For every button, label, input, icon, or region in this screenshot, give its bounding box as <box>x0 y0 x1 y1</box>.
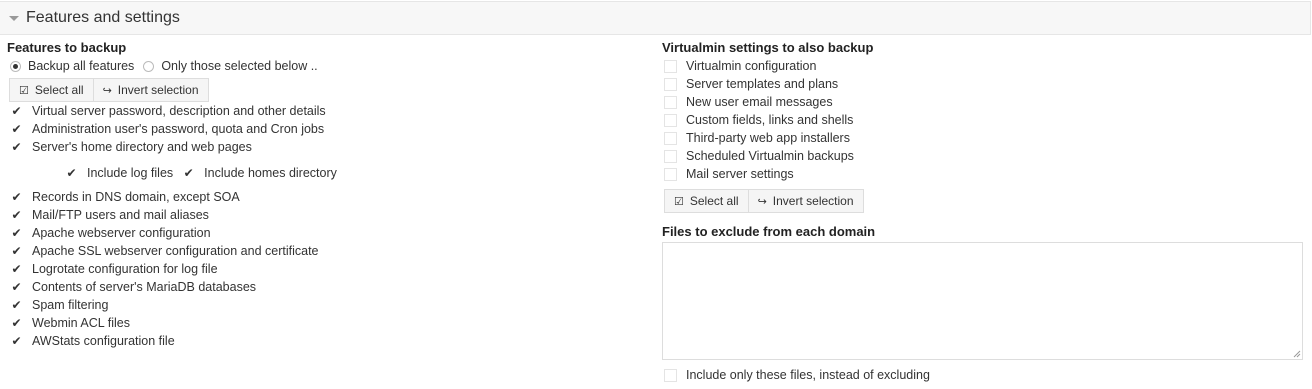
invert-selection-label: Invert selection <box>117 83 199 97</box>
feature-item[interactable]: ✔ Logrotate configuration for log file <box>10 260 218 278</box>
include-log-checkbox[interactable]: ✔ <box>65 166 78 180</box>
feature-label: Administration user's password, quota an… <box>32 122 325 136</box>
checkbox-checked-icon[interactable]: ✔ <box>10 226 23 240</box>
features-invert-selection-button[interactable]: ↪ Invert selection <box>92 79 208 101</box>
share-icon: ↪ <box>757 195 767 208</box>
only-selected-radio[interactable] <box>143 60 155 72</box>
include-homes-checkbox[interactable]: ✔ <box>182 166 195 180</box>
checkbox-unchecked-icon[interactable] <box>664 149 677 163</box>
share-icon: ↪ <box>102 84 112 97</box>
select-all-label: Select all <box>34 83 84 97</box>
feature-label: Server's home directory and web pages <box>32 140 252 154</box>
checkbox-checked-icon[interactable]: ✔ <box>10 298 23 312</box>
setting-label: Scheduled Virtualmin backups <box>686 149 854 163</box>
setting-item[interactable]: Virtualmin configuration <box>664 57 816 75</box>
features-select-all-button[interactable]: ☑ Select all <box>10 79 93 101</box>
feature-item[interactable]: ✔ Records in DNS domain, except SOA <box>10 188 240 206</box>
feature-item[interactable]: ✔ AWStats configuration file <box>10 332 175 350</box>
setting-label: New user email messages <box>686 95 833 109</box>
checkbox-checked-icon[interactable]: ✔ <box>10 244 23 258</box>
setting-label: Server templates and plans <box>686 77 839 91</box>
feature-label: Apache SSL webserver configuration and c… <box>32 244 319 258</box>
feature-label: Records in DNS domain, except SOA <box>32 190 240 204</box>
feature-label: Webmin ACL files <box>32 316 130 330</box>
setting-item[interactable]: Custom fields, links and shells <box>664 111 853 129</box>
exclude-files-textarea[interactable] <box>662 242 1303 360</box>
setting-label: Custom fields, links and shells <box>686 113 854 127</box>
checkbox-checked-icon[interactable]: ✔ <box>10 262 23 276</box>
invert-selection-label: Invert selection <box>772 194 854 208</box>
feature-item[interactable]: ✔ Server's home directory and web pages <box>10 138 252 156</box>
checkbox-unchecked-icon[interactable] <box>664 167 677 181</box>
feature-item[interactable]: ✔ Mail/FTP users and mail aliases <box>10 206 209 224</box>
feature-item[interactable]: ✔ Apache SSL webserver configuration and… <box>10 242 319 260</box>
settings-select-all-button[interactable]: ☑ Select all <box>665 190 748 212</box>
include-log-label: Include log files <box>87 166 174 180</box>
feature-item[interactable]: ✔ Contents of server's MariaDB databases <box>10 278 256 296</box>
setting-item[interactable]: Mail server settings <box>664 165 794 183</box>
section-header[interactable]: Features and settings <box>0 1 1311 35</box>
check-square-icon: ☑ <box>19 84 29 97</box>
select-all-label: Select all <box>689 194 739 208</box>
backup-all-label: Backup all features <box>28 59 135 73</box>
setting-item[interactable]: Third-party web app installers <box>664 129 850 147</box>
checkbox-checked-icon[interactable]: ✔ <box>10 334 23 348</box>
feature-label: Contents of server's MariaDB databases <box>32 280 257 294</box>
feature-item[interactable]: ✔ Apache webserver configuration <box>10 224 211 242</box>
home-sub-options: ✔ Include log files ✔ Include homes dire… <box>65 164 337 182</box>
checkbox-unchecked-icon[interactable] <box>664 59 677 73</box>
setting-item[interactable]: New user email messages <box>664 93 833 111</box>
setting-label: Virtualmin configuration <box>686 59 817 73</box>
feature-item[interactable]: ✔ Virtual server password, description a… <box>10 102 326 120</box>
exclude-title: Files to exclude from each domain <box>662 224 876 239</box>
setting-item[interactable]: Server templates and plans <box>664 75 838 93</box>
features-button-group: ☑ Select all ↪ Invert selection <box>9 78 209 102</box>
checkbox-unchecked-icon[interactable] <box>664 131 677 145</box>
include-only-label: Include only these files, instead of exc… <box>686 368 930 382</box>
checkbox-unchecked-icon[interactable] <box>664 77 677 91</box>
checkbox-checked-icon[interactable]: ✔ <box>10 280 23 294</box>
features-title: Features to backup <box>7 40 127 55</box>
resize-grip-icon[interactable] <box>1293 350 1301 358</box>
checkbox-checked-icon[interactable]: ✔ <box>10 316 23 330</box>
setting-item[interactable]: Scheduled Virtualmin backups <box>664 147 854 165</box>
checkbox-checked-icon[interactable]: ✔ <box>10 122 23 136</box>
checkbox-unchecked-icon[interactable] <box>664 113 677 127</box>
include-homes-label: Include homes directory <box>204 166 337 180</box>
feature-label: Spam filtering <box>32 298 109 312</box>
backup-all-radio[interactable] <box>10 60 21 72</box>
checkbox-checked-icon[interactable]: ✔ <box>10 208 23 222</box>
feature-item[interactable]: ✔ Spam filtering <box>10 296 108 314</box>
feature-label: Mail/FTP users and mail aliases <box>32 208 209 222</box>
settings-invert-selection-button[interactable]: ↪ Invert selection <box>747 190 863 212</box>
feature-label: Logrotate configuration for log file <box>32 262 218 276</box>
section-title: Features and settings <box>26 9 180 26</box>
collapse-caret-icon[interactable] <box>9 16 19 21</box>
checkbox-unchecked-icon[interactable] <box>664 368 677 382</box>
feature-label: Virtual server password, description and… <box>32 104 326 118</box>
checkbox-checked-icon[interactable]: ✔ <box>10 104 23 118</box>
feature-label: AWStats configuration file <box>32 334 175 348</box>
checkbox-checked-icon[interactable]: ✔ <box>10 140 23 154</box>
check-square-icon: ☑ <box>674 195 684 208</box>
include-only-option[interactable]: Include only these files, instead of exc… <box>664 366 930 384</box>
setting-label: Third-party web app installers <box>686 131 850 145</box>
settings-button-group: ☑ Select all ↪ Invert selection <box>664 189 864 213</box>
feature-item[interactable]: ✔ Administration user's password, quota … <box>10 120 324 138</box>
checkbox-checked-icon[interactable]: ✔ <box>10 190 23 204</box>
setting-label: Mail server settings <box>686 167 794 181</box>
feature-item[interactable]: ✔ Webmin ACL files <box>10 314 130 332</box>
checkbox-unchecked-icon[interactable] <box>664 95 677 109</box>
settings-title: Virtualmin settings to also backup <box>662 40 874 55</box>
only-selected-label: Only those selected below .. <box>161 59 318 73</box>
feature-label: Apache webserver configuration <box>32 226 211 240</box>
features-settings-panel: Features and settings Features to backup… <box>0 0 1312 389</box>
